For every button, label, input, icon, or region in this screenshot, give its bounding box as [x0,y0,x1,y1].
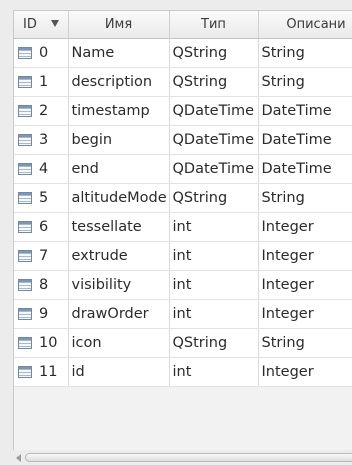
cell-description[interactable]: DateTime [258,96,352,126]
fields-table[interactable]: ID Имя Тип Описани 0 Name QString String 1 de… [13,10,352,450]
table-row[interactable]: 6 tessellate int Integer [14,212,352,242]
cell-id[interactable]: 5 [14,183,69,213]
cell-description[interactable]: String [258,38,352,68]
cell-description[interactable]: Integer [258,357,352,387]
cell-type[interactable]: QDateTime [169,125,259,155]
row-id: 3 [39,131,49,148]
row-id: 7 [39,247,49,264]
cell-type[interactable]: int [169,270,259,300]
cell-name[interactable]: id [68,357,170,387]
table-row[interactable]: 1 description QString String [14,67,352,97]
cell-id[interactable]: 1 [14,67,69,97]
cell-description[interactable]: Integer [258,270,352,300]
cell-type[interactable]: QString [169,183,259,213]
cell-description[interactable]: DateTime [258,154,352,184]
sort-descending-icon [50,20,59,27]
table-row-icon [18,191,32,204]
column-header-label: ID [23,16,37,32]
table-row-icon [18,278,32,291]
row-id: 8 [39,276,49,293]
cell-type[interactable]: int [169,212,259,242]
cell-name[interactable]: altitudeMode [68,183,170,213]
cell-description[interactable]: Integer [258,212,352,242]
scrollbar-thumb[interactable] [25,453,352,462]
table-row-icon [18,104,32,117]
cell-type[interactable]: QString [169,328,259,358]
cell-name[interactable]: end [68,154,170,184]
table-row[interactable]: 9 drawOrder int Integer [14,299,352,329]
table-row-icon [18,336,32,349]
table-row-icon [18,307,32,320]
cell-name[interactable]: extrude [68,241,170,271]
table-row[interactable]: 4 end QDateTime DateTime [14,154,352,184]
table-row-icon [18,365,32,378]
table-row-icon [18,220,32,233]
table-row-icon [18,133,32,146]
header-row: ID Имя Тип Описани [14,11,352,39]
cell-id[interactable]: 7 [14,241,69,271]
cell-type[interactable]: QString [169,38,259,68]
cell-name[interactable]: description [68,67,170,97]
column-header-id[interactable]: ID [14,11,69,39]
cell-name[interactable]: begin [68,125,170,155]
table-row[interactable]: 5 altitudeMode QString String [14,183,352,213]
cell-type[interactable]: int [169,299,259,329]
table-row[interactable]: 7 extrude int Integer [14,241,352,271]
row-id: 5 [39,189,49,206]
column-header-type[interactable]: Тип [169,11,259,39]
cell-description[interactable]: String [258,67,352,97]
cell-name[interactable]: timestamp [68,96,170,126]
cell-type[interactable]: int [169,357,259,387]
cell-description[interactable]: Integer [258,241,352,271]
cell-id[interactable]: 3 [14,125,69,155]
table-row[interactable]: 3 begin QDateTime DateTime [14,125,352,155]
cell-id[interactable]: 4 [14,154,69,184]
table-row-icon [18,162,32,175]
cell-name[interactable]: icon [68,328,170,358]
row-id: 11 [39,363,58,380]
cell-id[interactable]: 2 [14,96,69,126]
row-id: 2 [39,102,49,119]
row-id: 6 [39,218,49,235]
row-id: 4 [39,160,49,177]
table-row[interactable]: 8 visibility int Integer [14,270,352,300]
row-id: 10 [39,334,58,351]
column-header-description[interactable]: Описани [258,11,352,39]
cell-name[interactable]: drawOrder [68,299,170,329]
table-row[interactable]: 11 id int Integer [14,357,352,387]
cell-description[interactable]: Integer [258,299,352,329]
table-row-icon [18,46,32,59]
row-id: 9 [39,305,49,322]
scroll-left-icon[interactable] [16,454,21,462]
cell-id[interactable]: 8 [14,270,69,300]
cell-name[interactable]: visibility [68,270,170,300]
cell-id[interactable]: 10 [14,328,69,358]
cell-description[interactable]: String [258,183,352,213]
cell-type[interactable]: QString [169,67,259,97]
row-id: 1 [39,73,49,90]
cell-type[interactable]: int [169,241,259,271]
table-row[interactable]: 10 icon QString String [14,328,352,358]
table-row[interactable]: 0 Name QString String [14,38,352,68]
cell-id[interactable]: 9 [14,299,69,329]
cell-name[interactable]: Name [68,38,170,68]
cell-id[interactable]: 0 [14,38,69,68]
column-header-name[interactable]: Имя [68,11,170,39]
table-row[interactable]: 2 timestamp QDateTime DateTime [14,96,352,126]
cell-type[interactable]: QDateTime [169,96,259,126]
table-row-icon [18,249,32,262]
cell-description[interactable]: DateTime [258,125,352,155]
row-id: 0 [39,44,49,61]
cell-id[interactable]: 11 [14,357,69,387]
horizontal-scrollbar[interactable] [13,450,352,465]
cell-name[interactable]: tessellate [68,212,170,242]
table-row-icon [18,75,32,88]
cell-description[interactable]: String [258,328,352,358]
cell-type[interactable]: QDateTime [169,154,259,184]
fields-grid: ID Имя Тип Описани 0 Name QString String 1 de… [14,11,352,387]
cell-id[interactable]: 6 [14,212,69,242]
